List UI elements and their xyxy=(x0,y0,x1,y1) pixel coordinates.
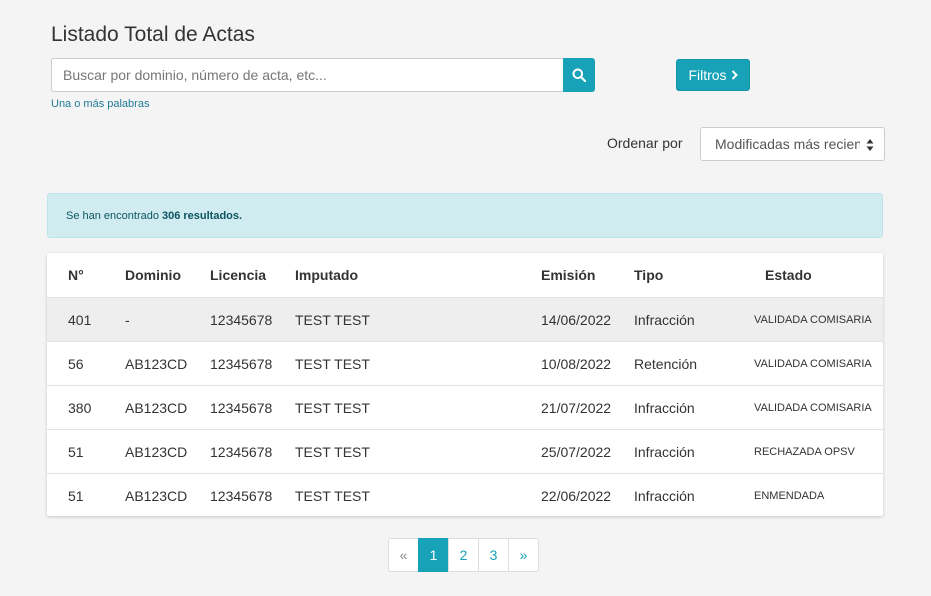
cell-licencia: 12345678 xyxy=(210,444,273,460)
results-count: 306 resultados. xyxy=(161,209,243,222)
cell-estado: VALIDADA COMISARIA xyxy=(754,358,872,370)
cell-estado: ENMENDADA xyxy=(754,490,825,502)
table-row[interactable]: 56 AB123CD 12345678 TEST TEST 10/08/2022… xyxy=(47,341,883,385)
table-row[interactable]: 51 AB123CD 12345678 TEST TEST 22/06/2022… xyxy=(47,473,883,516)
cell-emision: 22/06/2022 xyxy=(541,488,612,504)
sort-label: Ordenar por xyxy=(607,135,683,151)
filters-button[interactable]: Filtros xyxy=(676,59,750,91)
cell-dominio: AB123CD xyxy=(125,488,188,504)
search-button[interactable] xyxy=(563,58,595,92)
filters-label: Filtros xyxy=(688,67,727,83)
table-row[interactable]: 401 - 12345678 TEST TEST 14/06/2022 Infr… xyxy=(47,297,883,341)
cell-imputado: TEST TEST xyxy=(295,400,370,416)
sort-selected-value: Modificadas más recientes xyxy=(715,136,860,152)
cell-n: 401 xyxy=(68,312,92,328)
header-n[interactable]: N° xyxy=(68,253,84,297)
page-title: Listado Total de Actas xyxy=(51,23,255,46)
sort-select[interactable]: Modificadas más recientes xyxy=(700,127,885,161)
cell-n: 56 xyxy=(68,356,84,372)
cell-estado: VALIDADA COMISARIA xyxy=(754,402,872,414)
header-emision[interactable]: Emisión xyxy=(541,253,595,297)
cell-tipo: Infracción xyxy=(634,312,695,328)
search-icon xyxy=(572,68,586,82)
cell-tipo: Infracción xyxy=(634,444,695,460)
table-row[interactable]: 51 AB123CD 12345678 TEST TEST 25/07/2022… xyxy=(47,429,883,473)
cell-imputado: TEST TEST xyxy=(295,312,370,328)
cell-licencia: 12345678 xyxy=(210,356,273,372)
header-dominio[interactable]: Dominio xyxy=(125,253,181,297)
cell-dominio: AB123CD xyxy=(125,400,188,416)
pagination-page-3[interactable]: 3 xyxy=(478,538,509,572)
search-input[interactable] xyxy=(51,58,563,92)
cell-tipo: Infracción xyxy=(634,488,695,504)
cell-dominio: - xyxy=(125,312,130,328)
cell-licencia: 12345678 xyxy=(210,400,273,416)
pagination-page-2[interactable]: 2 xyxy=(448,538,479,572)
header-tipo[interactable]: Tipo xyxy=(634,253,663,297)
cell-n: 51 xyxy=(68,444,84,460)
cell-dominio: AB123CD xyxy=(125,356,188,372)
cell-licencia: 12345678 xyxy=(210,488,273,504)
cell-estado: RECHAZADA OPSV xyxy=(754,446,855,458)
cell-emision: 14/06/2022 xyxy=(541,312,612,328)
search-hint: Una o más palabras xyxy=(51,98,150,110)
chevron-right-icon xyxy=(731,70,738,80)
cell-emision: 10/08/2022 xyxy=(541,356,612,372)
cell-emision: 21/07/2022 xyxy=(541,400,612,416)
actas-table: N° Dominio Licencia Imputado Emisión Tip… xyxy=(47,253,883,516)
header-licencia[interactable]: Licencia xyxy=(210,253,266,297)
results-alert: Se han encontrado 306 resultados. xyxy=(47,193,883,238)
pagination-next[interactable]: » xyxy=(508,538,539,572)
cell-emision: 25/07/2022 xyxy=(541,444,612,460)
search-bar xyxy=(51,58,595,92)
results-prefix: Se han encontrado xyxy=(66,209,159,222)
cell-dominio: AB123CD xyxy=(125,444,188,460)
cell-licencia: 12345678 xyxy=(210,312,273,328)
header-estado[interactable]: Estado xyxy=(765,253,812,297)
pagination-page-1[interactable]: 1 xyxy=(418,538,449,572)
table-row[interactable]: 380 AB123CD 12345678 TEST TEST 21/07/202… xyxy=(47,385,883,429)
pagination-prev[interactable]: « xyxy=(388,538,419,572)
cell-imputado: TEST TEST xyxy=(295,356,370,372)
pagination: « 1 2 3 » xyxy=(388,538,539,572)
cell-estado: VALIDADA COMISARIA xyxy=(754,314,872,326)
cell-tipo: Infracción xyxy=(634,400,695,416)
cell-n: 51 xyxy=(68,488,84,504)
cell-imputado: TEST TEST xyxy=(295,444,370,460)
header-imputado[interactable]: Imputado xyxy=(295,253,358,297)
sort-arrows-icon xyxy=(866,139,874,151)
cell-tipo: Retención xyxy=(634,356,698,372)
cell-n: 380 xyxy=(68,400,92,416)
cell-imputado: TEST TEST xyxy=(295,488,370,504)
table-header-row: N° Dominio Licencia Imputado Emisión Tip… xyxy=(47,253,883,297)
